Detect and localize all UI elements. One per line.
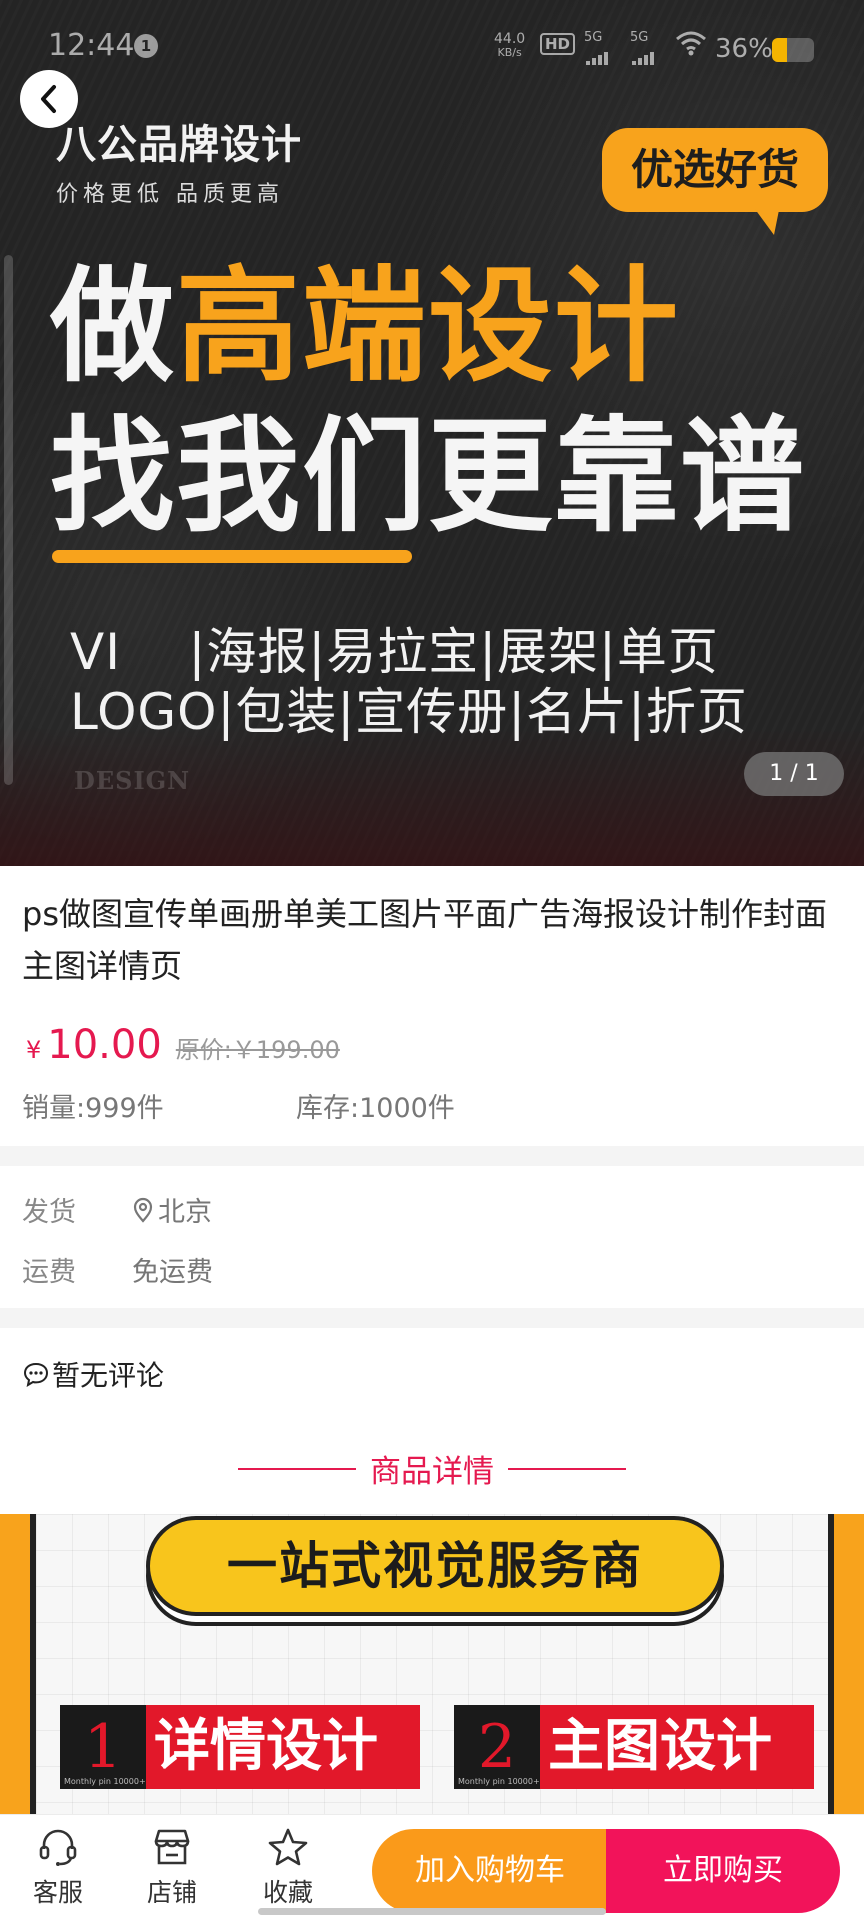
tag-2-text: 主图设计 bbox=[548, 1714, 772, 1779]
banner-headline-1: 做高端设计 bbox=[50, 262, 680, 392]
ship-from-city: 北京 bbox=[158, 1197, 212, 1228]
tag-2-number: 2 Monthly pin 10000+ bbox=[454, 1705, 540, 1789]
banner-headline-2: 找我们更靠谱 bbox=[50, 405, 807, 549]
battery-level-fill bbox=[772, 38, 788, 62]
shipping-fee-value: 免运费 bbox=[132, 1257, 213, 1288]
section-divider bbox=[0, 1308, 864, 1328]
carousel-page-indicator: 1 / 1 bbox=[744, 752, 844, 796]
product-title: ps做图宣传单画册单美工图片平面广告海报设计制作封面主图详情页 bbox=[22, 895, 827, 985]
price-row: ¥10.00 原价:￥199.00 bbox=[26, 1022, 340, 1068]
banner-watermark: DESIGN bbox=[74, 766, 191, 795]
banner-badge: 优选好货 bbox=[602, 128, 828, 212]
detail-stripe-right bbox=[828, 1514, 864, 1814]
banner-brand: 八公品牌设计 价格更低 品质更高 bbox=[56, 112, 302, 208]
buy-now-button[interactable]: 立即购买 bbox=[606, 1829, 840, 1913]
detail-section-header: 商品详情 bbox=[0, 1446, 864, 1491]
tag-1-number: 1 Monthly pin 10000+ bbox=[60, 1705, 146, 1789]
ship-from-label: 发货 bbox=[22, 1197, 76, 1228]
product-image-carousel[interactable]: 八公品牌设计 价格更低 品质更高 优选好货 做高端设计 找我们更靠谱 VI |海… bbox=[0, 0, 864, 866]
banner-scroll-edge bbox=[4, 255, 13, 785]
tag-2-number-text: 2 bbox=[477, 1712, 517, 1782]
customer-service-button[interactable]: 客服 bbox=[8, 1827, 108, 1909]
detail-header-text: 商品详情 bbox=[370, 1454, 494, 1490]
headline-1-orange: 高端设计 bbox=[176, 255, 681, 399]
banner-badge-tail bbox=[752, 205, 780, 235]
banner-services-line-2: LOGO|包装|宣传册|名片|折页 bbox=[70, 683, 748, 741]
hd-icon: HD bbox=[540, 33, 576, 55]
chevron-left-icon bbox=[41, 85, 56, 113]
ship-from-value: 北京 bbox=[132, 1190, 212, 1229]
header-line-right bbox=[508, 1467, 626, 1470]
brand-slogan: 价格更低 品质更高 bbox=[56, 182, 284, 207]
shop-label: 店铺 bbox=[146, 1878, 197, 1907]
network-speed-unit: KB/s bbox=[497, 46, 522, 59]
add-to-cart-button[interactable]: 加入购物车 bbox=[372, 1829, 608, 1913]
status-time: 12:44 bbox=[48, 28, 135, 63]
battery-percent: 36% bbox=[715, 34, 773, 64]
headline-1-white: 做 bbox=[50, 255, 177, 399]
comments-row[interactable]: 暂无评论 bbox=[22, 1354, 164, 1394]
price-value: 10.00 bbox=[47, 1022, 162, 1068]
original-price: 原价:￥199.00 bbox=[175, 1036, 340, 1064]
store-icon bbox=[154, 1829, 190, 1865]
comment-bubble-icon bbox=[23, 1362, 49, 1387]
header-line-left bbox=[238, 1467, 356, 1470]
customer-service-label: 客服 bbox=[32, 1878, 83, 1907]
favorite-label: 收藏 bbox=[262, 1878, 313, 1907]
detail-stripe-left bbox=[0, 1514, 36, 1814]
detail-image: 一站式视觉服务商 1 Monthly pin 10000+ 详情设计 2 Month… bbox=[0, 1514, 864, 1814]
wifi-icon bbox=[676, 31, 706, 56]
signal-5g-label-1: 5G bbox=[584, 30, 603, 45]
network-speed-value: 44.0 bbox=[494, 31, 526, 47]
bottom-action-bar: 客服 店铺 收藏 加入购物车 立即购买 bbox=[0, 1814, 864, 1920]
section-divider bbox=[0, 1146, 864, 1166]
signal-bars-icon bbox=[632, 46, 656, 65]
sales-count: 销量:999件 bbox=[22, 1093, 164, 1124]
status-bar: 12:44 1 44.0 KB/s HD 5G 5G 36% bbox=[0, 0, 864, 96]
network-speed: 44.0 KB/s bbox=[494, 32, 525, 60]
tag-2-small-text: Monthly pin 10000+ bbox=[458, 1777, 540, 1786]
detail-tag-2: 2 Monthly pin 10000+ 主图设计 bbox=[454, 1705, 814, 1789]
star-icon bbox=[268, 1828, 308, 1866]
brand-name: 八公品牌设计 bbox=[56, 122, 302, 168]
detail-tag-1: 1 Monthly pin 10000+ 详情设计 bbox=[60, 1705, 420, 1789]
favorite-button[interactable]: 收藏 bbox=[238, 1827, 338, 1909]
tag-1-text: 详情设计 bbox=[154, 1714, 378, 1779]
banner-shade bbox=[0, 726, 864, 866]
notification-count-icon: 1 bbox=[134, 34, 158, 58]
shipping-fee-label: 运费 bbox=[22, 1257, 76, 1288]
tag-1-number-text: 1 bbox=[83, 1712, 123, 1782]
signal-5g-label-2: 5G bbox=[630, 30, 649, 45]
signal-bars-icon bbox=[586, 46, 610, 65]
banner-underline bbox=[52, 550, 412, 563]
back-button[interactable] bbox=[20, 70, 78, 128]
detail-pill-title: 一站式视觉服务商 bbox=[146, 1516, 724, 1616]
price-currency: ¥ bbox=[26, 1036, 42, 1064]
battery-icon bbox=[772, 38, 814, 62]
comments-text: 暂无评论 bbox=[52, 1359, 165, 1392]
tag-1-small-text: Monthly pin 10000+ bbox=[64, 1777, 146, 1786]
shop-button[interactable]: 店铺 bbox=[122, 1827, 222, 1909]
headset-icon bbox=[39, 1829, 77, 1866]
location-pin-icon bbox=[133, 1197, 153, 1223]
home-indicator[interactable] bbox=[258, 1908, 606, 1915]
stock-count: 库存:1000件 bbox=[296, 1093, 455, 1124]
